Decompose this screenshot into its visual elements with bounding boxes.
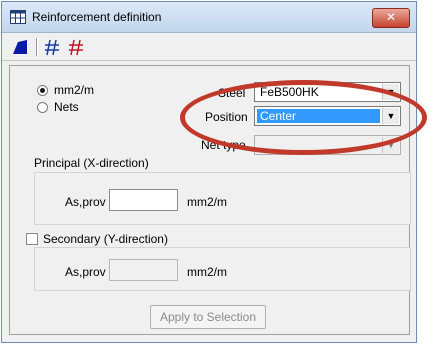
table-icon	[10, 10, 26, 24]
chevron-down-icon: ▼	[382, 84, 399, 100]
title-bar[interactable]: Reinforcement definition ✕	[2, 2, 416, 33]
window-title: Reinforcement definition	[32, 10, 162, 24]
secondary-as-label: As,prov	[65, 265, 106, 279]
toolbar-separator	[36, 38, 38, 56]
radio-dot	[37, 84, 48, 96]
toolbar	[2, 33, 416, 61]
radio-dot	[37, 101, 48, 113]
steel-select[interactable]: FeB500HK ▼	[254, 82, 401, 102]
apply-to-selection-button[interactable]: Apply to Selection	[150, 305, 266, 329]
secondary-unit: mm2/m	[187, 265, 227, 279]
secondary-checkbox[interactable]	[26, 233, 38, 245]
net-type-label: Net type	[201, 138, 246, 152]
mesh-grid-icon[interactable]	[42, 37, 62, 57]
net-type-select[interactable]: ▼	[254, 135, 401, 155]
solid-shape-icon[interactable]	[10, 37, 30, 57]
principal-label: Principal (X-direction)	[34, 156, 149, 170]
secondary-label: Secondary (Y-direction)	[43, 232, 168, 246]
principal-as-label: As,prov	[65, 195, 106, 209]
reinforcement-dialog: Reinforcement definition ✕ mm2/m Nets St…	[1, 1, 417, 343]
principal-as-input[interactable]	[109, 189, 178, 211]
steel-value: FeB500HK	[260, 85, 319, 99]
radio-mm2m-label: mm2/m	[54, 83, 94, 97]
chevron-down-icon: ▼	[382, 108, 399, 124]
mesh-grid-red-icon[interactable]	[66, 37, 86, 57]
close-button[interactable]: ✕	[372, 8, 410, 28]
radio-nets-label: Nets	[54, 100, 79, 114]
radio-mm2m[interactable]: mm2/m	[37, 83, 94, 97]
position-value: Center	[257, 109, 380, 123]
principal-unit: mm2/m	[187, 195, 227, 209]
chevron-down-icon: ▼	[382, 137, 399, 153]
steel-label: Steel	[218, 86, 246, 100]
radio-nets[interactable]: Nets	[37, 100, 79, 114]
position-label: Position	[205, 110, 248, 124]
position-select[interactable]: Center ▼	[254, 106, 401, 126]
secondary-as-input[interactable]	[109, 259, 178, 281]
